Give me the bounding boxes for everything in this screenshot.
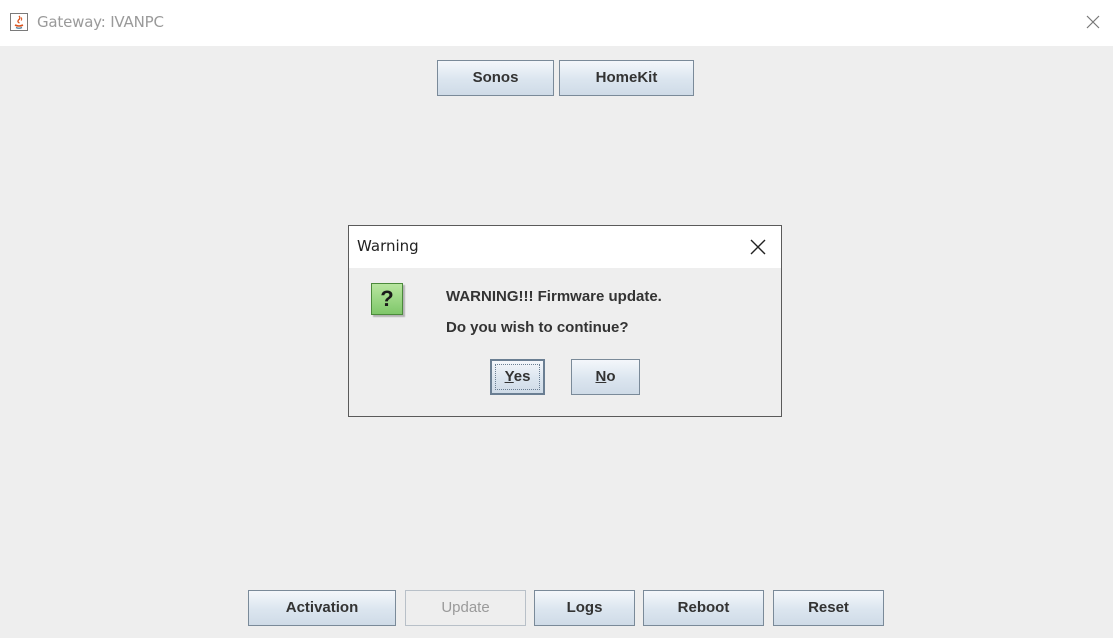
warning-dialog: Warning ? WARNING!!! Firmware update. Do… [348, 225, 782, 417]
yes-mnemonic: Y [504, 368, 514, 385]
no-mnemonic: N [595, 368, 607, 385]
window-titlebar: Gateway: IVANPC [0, 0, 1113, 46]
homekit-button[interactable]: HomeKit [559, 60, 694, 96]
reset-button[interactable]: Reset [773, 590, 884, 626]
dialog-close-icon[interactable] [749, 238, 767, 256]
no-button[interactable]: No [571, 359, 640, 395]
yes-label-rest: es [513, 368, 531, 385]
window-title: Gateway: IVANPC [37, 13, 164, 31]
sonos-button[interactable]: Sonos [437, 60, 554, 96]
question-icon: ? [371, 283, 403, 315]
gateway-window: Gateway: IVANPC Sonos HomeKit Warning ? … [0, 0, 1113, 638]
no-label-rest: o [606, 368, 616, 385]
java-icon [10, 13, 28, 31]
yes-button[interactable]: Yes [490, 359, 545, 395]
update-button: Update [405, 590, 526, 626]
dialog-titlebar: Warning [349, 226, 781, 268]
logs-button[interactable]: Logs [534, 590, 635, 626]
close-icon[interactable] [1083, 12, 1103, 32]
dialog-message-line2: Do you wish to continue? [446, 319, 629, 336]
reboot-button[interactable]: Reboot [643, 590, 764, 626]
dialog-title: Warning [357, 237, 419, 255]
dialog-message-line1: WARNING!!! Firmware update. [446, 288, 662, 305]
activation-button[interactable]: Activation [248, 590, 396, 626]
